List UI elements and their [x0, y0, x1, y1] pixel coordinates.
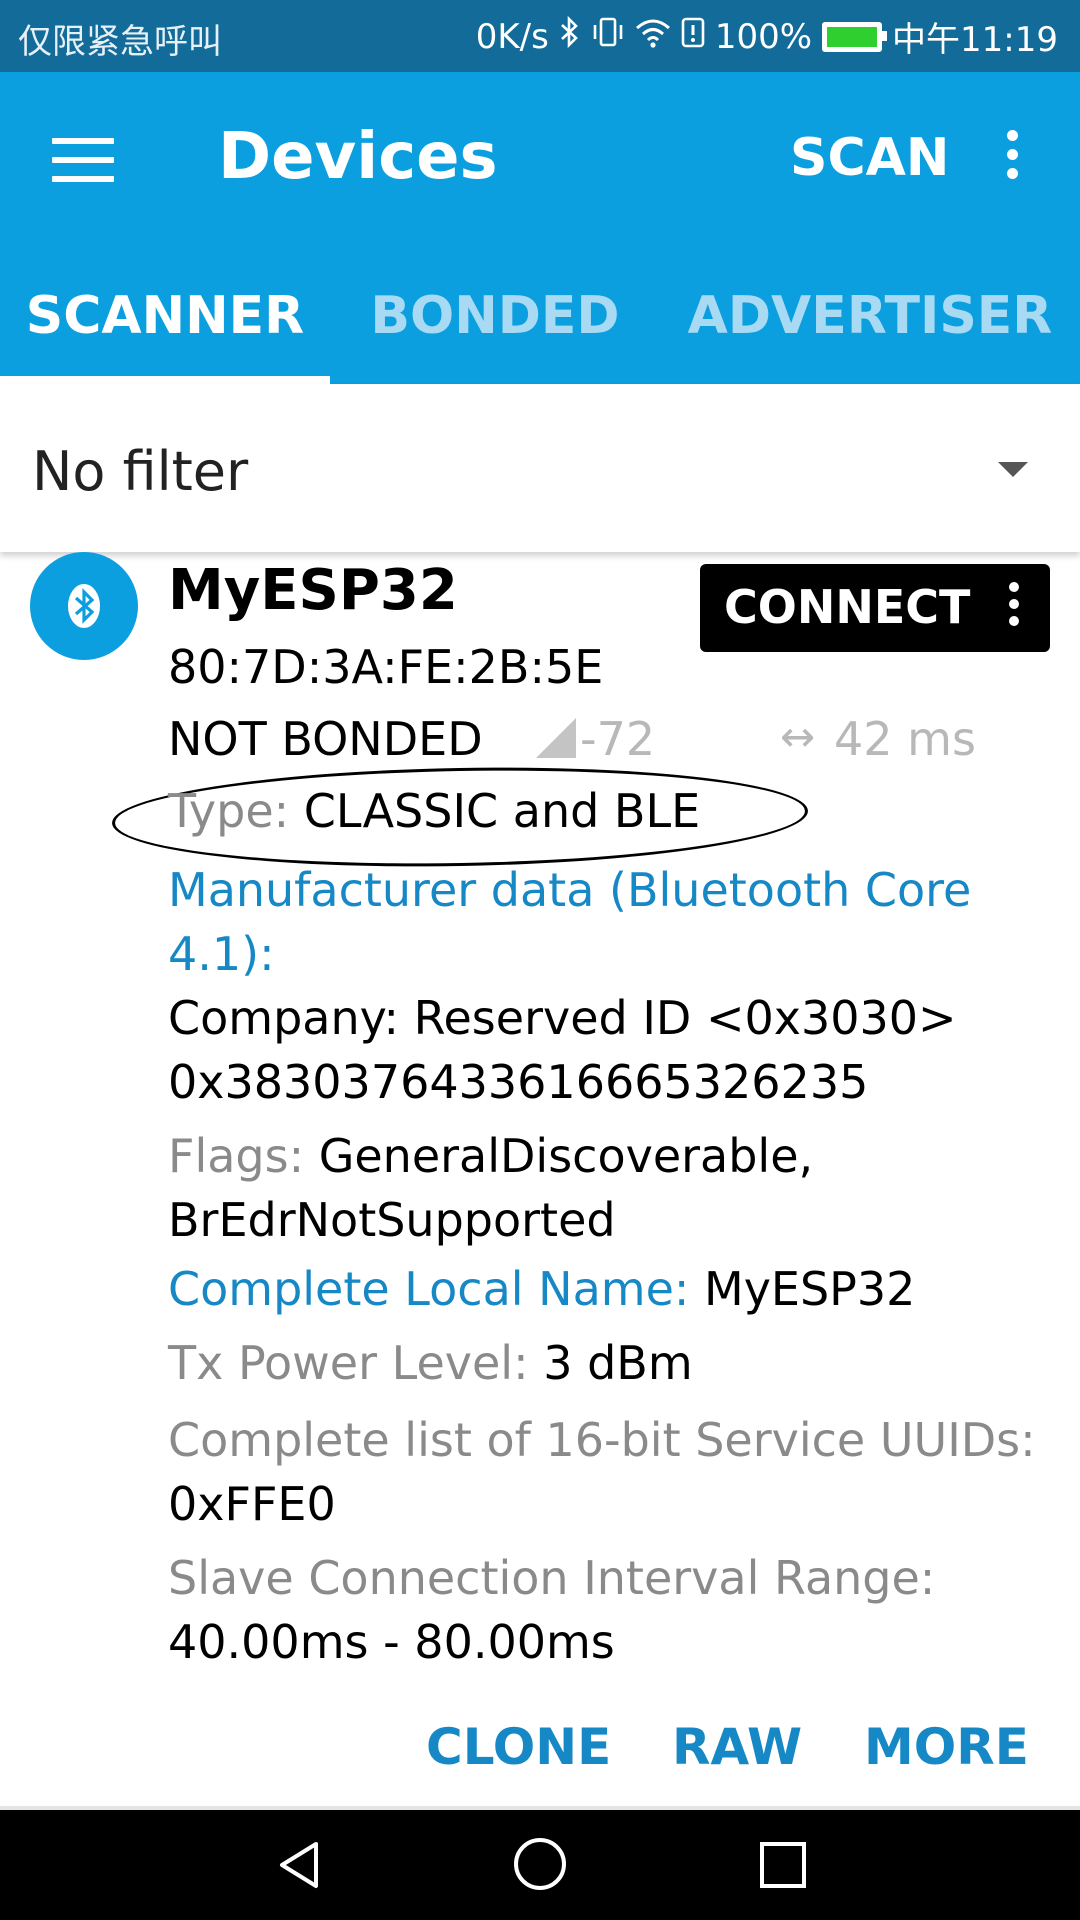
flags-row: Flags: GeneralDiscoverable, BrEdrNotSupp…	[168, 1124, 1048, 1252]
menu-icon[interactable]	[52, 138, 114, 182]
page-title: Devices	[218, 120, 498, 194]
type-value: CLASSIC and BLE	[303, 784, 701, 838]
carrier-text: 仅限紧急呼叫	[18, 22, 222, 62]
raw-button[interactable]: RAW	[672, 1718, 802, 1776]
battery-icon	[822, 21, 888, 52]
scan-button[interactable]: SCAN	[790, 128, 949, 188]
slave-interval-value: 40.00ms - 80.00ms	[168, 1615, 615, 1669]
more-button[interactable]: MORE	[864, 1718, 1029, 1776]
manufacturer-data-label: Manufacturer data (Bluetooth Core 4.1):	[168, 863, 972, 981]
tab-scanner[interactable]: SCANNER	[0, 286, 330, 346]
rssi-value: -72	[580, 712, 656, 766]
bluetooth-device-icon	[30, 552, 138, 660]
tx-power-value: 3 dBm	[543, 1336, 693, 1390]
clone-button[interactable]: CLONE	[426, 1718, 611, 1776]
service-uuids-value: 0xFFE0	[168, 1477, 336, 1531]
recent-apps-icon[interactable]	[760, 1842, 806, 1888]
back-icon[interactable]	[276, 1840, 322, 1894]
tab-advertiser[interactable]: ADVERTISER	[660, 286, 1080, 346]
filter-label: No filter	[32, 440, 249, 503]
bond-state: NOT BONDED	[168, 712, 483, 766]
alert-icon	[681, 16, 705, 57]
device-type: Type: CLASSIC and BLE	[168, 784, 700, 838]
vibrate-icon	[591, 16, 625, 57]
slave-interval-label: Slave Connection Interval Range:	[168, 1551, 936, 1605]
local-name-row: Complete Local Name: MyESP32	[168, 1262, 915, 1316]
battery-percent: 100%	[714, 16, 813, 57]
type-label: Type:	[168, 784, 304, 838]
connect-button[interactable]: CONNECT	[700, 564, 1050, 652]
company-data: 0x3830376433616665326235	[168, 1055, 869, 1109]
service-uuids-label: Complete list of 16-bit Service UUIDs:	[168, 1413, 1036, 1467]
device-mac: 80:7D:3A:FE:2B:5E	[168, 640, 604, 694]
status-icons: 0K/s 100% 中午11:19	[476, 12, 1058, 61]
manufacturer-data: Company: Reserved ID <0x3030> 0x38303764…	[168, 986, 1048, 1114]
local-name-value: MyESP32	[704, 1262, 916, 1316]
slave-interval-row: Slave Connection Interval Range: 40.00ms…	[168, 1546, 1048, 1674]
tab-bonded[interactable]: BONDED	[330, 286, 660, 346]
home-icon[interactable]	[514, 1838, 566, 1890]
interval-arrow-icon: ↔	[780, 712, 816, 761]
local-name-label: Complete Local Name:	[168, 1262, 704, 1316]
service-uuids-row: Complete list of 16-bit Service UUIDs: 0…	[168, 1408, 1048, 1536]
bluetooth-icon	[559, 15, 581, 57]
connect-label: CONNECT	[724, 580, 971, 634]
flags-label: Flags:	[168, 1129, 319, 1183]
tab-indicator	[0, 376, 330, 384]
device-name: MyESP32	[168, 558, 458, 623]
company-line: Company: Reserved ID <0x3030>	[168, 991, 957, 1045]
tx-power-label: Tx Power Level:	[168, 1336, 544, 1390]
dropdown-arrow-icon[interactable]	[998, 462, 1028, 477]
net-speed: 0K/s	[475, 16, 549, 57]
status-bar: 仅限紧急呼叫 0K/s 100% 中午11:19	[0, 0, 1080, 72]
tx-power-row: Tx Power Level: 3 dBm	[168, 1336, 693, 1390]
interval-value: 42 ms	[834, 712, 976, 766]
signal-icon	[536, 718, 576, 758]
more-vert-icon[interactable]	[1000, 130, 1024, 190]
wifi-icon	[635, 17, 671, 57]
more-vert-icon[interactable]	[1004, 582, 1024, 633]
clock: 中午11:19	[892, 20, 1058, 60]
